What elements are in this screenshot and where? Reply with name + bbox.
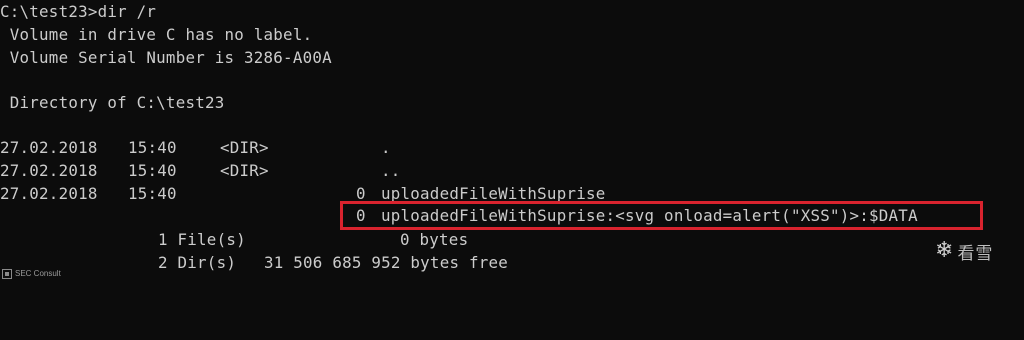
entry-time: 15:40: [128, 184, 177, 203]
dirs-summary-row: 2 Dir(s) 31 506 685 952 bytes free: [0, 252, 1024, 274]
terminal-window[interactable]: C:\test23>dir /r Volume in drive C has n…: [0, 0, 1024, 281]
files-bytes: 0 bytes: [400, 230, 469, 249]
entry-date: 27.02.2018: [0, 161, 98, 180]
watermark-right-text: 看雪: [957, 243, 994, 264]
entry-date: 27.02.2018: [0, 184, 98, 203]
sec-consult-logo-icon: [2, 268, 12, 279]
dir-entry-row: 27.02.2018 15:40 <DIR> ..: [0, 160, 1024, 182]
entry-name: .: [381, 138, 391, 157]
serial-number-line: Volume Serial Number is 3286-A00A: [0, 48, 332, 67]
entry-type: <DIR>: [220, 161, 269, 180]
entry-time: 15:40: [128, 161, 177, 180]
entry-date: 27.02.2018: [0, 138, 98, 157]
watermark-sec-consult: SEC Consult: [0, 266, 80, 281]
directory-of-line: Directory of C:\test23: [0, 93, 225, 112]
watermark-left-text: SEC Consult: [15, 269, 61, 278]
snowflake-icon: ❄: [935, 238, 954, 263]
xss-highlight-box: [340, 201, 983, 230]
volume-label-line: Volume in drive C has no label.: [0, 25, 313, 44]
entry-type: <DIR>: [220, 138, 269, 157]
watermark-kanxue: ❄ 看雪: [935, 236, 1015, 266]
dirs-count: 2 Dir(s): [158, 253, 237, 272]
prompt-line: C:\test23>dir /r: [0, 2, 157, 21]
dirs-bytes-free: 31 506 685 952 bytes free: [264, 253, 509, 272]
files-summary-row: 1 File(s) 0 bytes: [0, 229, 1024, 251]
dir-entry-row: 27.02.2018 15:40 <DIR> .: [0, 137, 1024, 159]
files-count: 1 File(s): [158, 230, 246, 249]
entry-name: ..: [381, 161, 401, 180]
entry-time: 15:40: [128, 138, 177, 157]
